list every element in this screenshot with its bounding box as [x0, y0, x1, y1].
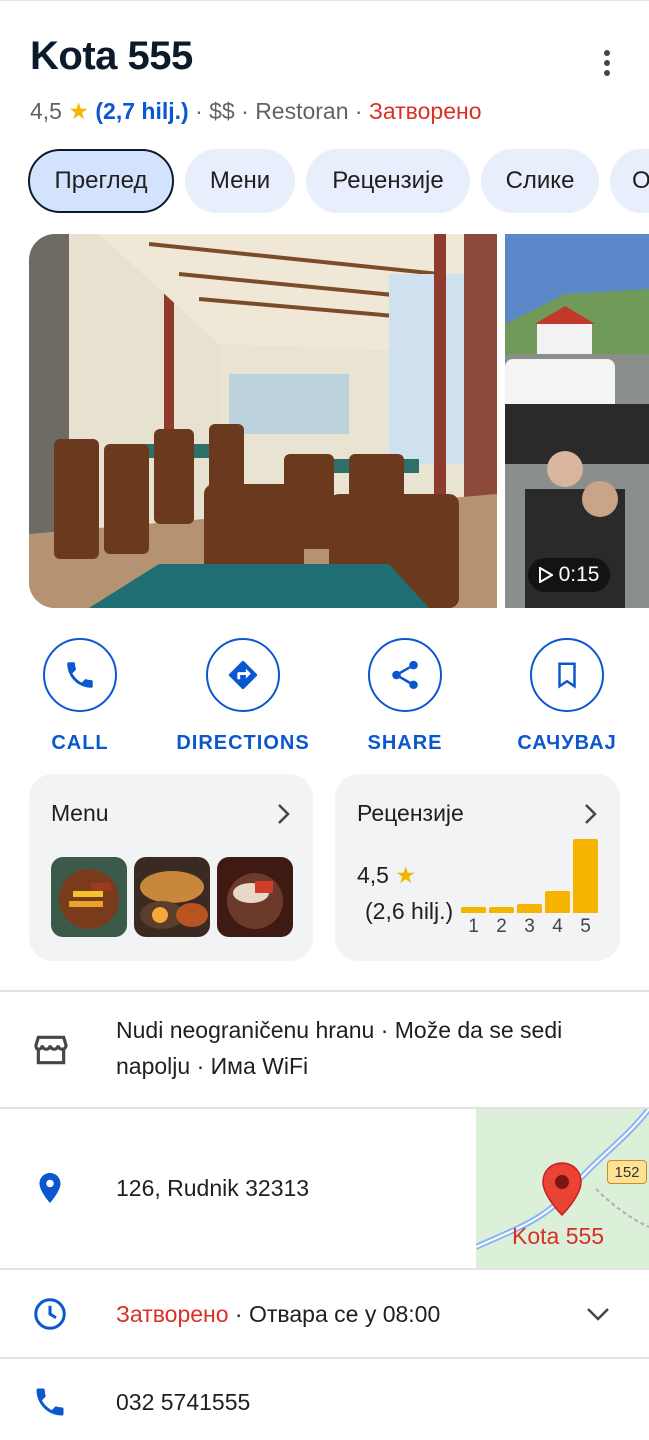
rating-bar-label: 5 [580, 916, 591, 937]
separator: · [234, 98, 256, 124]
tab-reviews[interactable]: Рецензије [306, 149, 470, 213]
menu-photo[interactable] [134, 857, 210, 937]
hours-next-open: · Отвара се у 08:00 [228, 1301, 441, 1327]
hours-status: Затворено [116, 1301, 229, 1327]
bookmark-icon [558, 662, 576, 689]
tab-photos[interactable]: Слике [481, 149, 599, 213]
top-divider [0, 0, 649, 1]
directions-action[interactable]: DIRECTIONS [164, 638, 322, 755]
amenities-line: napolju · Има WiFi [116, 1053, 309, 1079]
section-divider [0, 1357, 649, 1359]
phone-icon [36, 1388, 64, 1416]
phone-number[interactable]: 032 5741555 [116, 1384, 250, 1420]
rating-bar-label: 4 [552, 916, 563, 937]
address-text[interactable]: 126, Rudnik 32313 [116, 1170, 309, 1206]
map-place-label: Kota 555 [512, 1223, 605, 1249]
restaurant-interior-photo[interactable] [29, 234, 497, 608]
save-label: САЧУВАЈ [517, 732, 617, 754]
separator: · [188, 98, 210, 124]
section-divider [0, 990, 649, 992]
menu-card-title: Menu [51, 800, 109, 826]
video-duration-badge: 0:15 [528, 558, 610, 592]
video-duration: 0:15 [558, 563, 600, 586]
directions-button[interactable] [206, 638, 280, 712]
storefront-icon [34, 1035, 68, 1065]
rating-value: 4,5 [30, 98, 62, 124]
menu-photo[interactable] [217, 857, 293, 937]
play-icon [538, 567, 553, 583]
save-action[interactable]: САЧУВАЈ [507, 638, 627, 755]
share-action[interactable]: SHARE [345, 638, 465, 755]
rating-bar-4 [545, 891, 570, 913]
tab-menu[interactable]: Мени [185, 149, 295, 213]
call-label: CALL [51, 732, 109, 754]
chevron-right-icon [585, 804, 597, 824]
reviews-count: (2,6 hilj.) [365, 898, 454, 924]
clock-icon [34, 1298, 66, 1330]
call-action[interactable]: CALL [20, 638, 140, 755]
more-options-icon[interactable] [590, 46, 624, 80]
price-level: $$ [209, 98, 235, 124]
section-divider [0, 1268, 649, 1270]
rating-bar-3 [517, 904, 542, 913]
share-label: SHARE [367, 732, 443, 754]
save-button[interactable] [530, 638, 604, 712]
reviews-rating: 4,5 ★ [357, 862, 416, 889]
hours-text[interactable]: Затворено · Отвара се у 08:00 [116, 1296, 440, 1332]
location-pin-icon [39, 1173, 61, 1203]
share-button[interactable] [368, 638, 442, 712]
video-thumbnail[interactable] [505, 234, 649, 608]
rating-bar-5 [573, 839, 598, 913]
directions-label: DIRECTIONS [176, 732, 310, 754]
phone-icon [67, 662, 93, 688]
amenities-text: Nudi neograničenu hranu · Može da se sed… [116, 1012, 562, 1084]
share-icon [392, 660, 418, 690]
place-title: Kota 555 [30, 34, 193, 78]
category: Restoran [255, 98, 349, 124]
rating-bar-1 [461, 907, 486, 913]
reviews-rating-value: 4,5 [357, 862, 389, 888]
star-icon: ★ [395, 862, 416, 888]
rating-bar-2 [489, 907, 514, 913]
rating-bar-label: 3 [524, 916, 535, 937]
place-summary: 4,5 ★ (2,7 hilj.) · $$ · Restoran · Затв… [30, 98, 482, 125]
reviews-card-title: Рецензије [357, 800, 464, 826]
star-icon: ★ [68, 98, 89, 124]
open-status: Затворено [368, 98, 482, 124]
tab-overview[interactable]: Преглед [28, 149, 174, 213]
directions-icon [228, 660, 258, 690]
tab-about[interactable]: О [610, 149, 649, 213]
separator: · [348, 98, 369, 124]
call-button[interactable] [43, 638, 117, 712]
amenities-line: Nudi neograničenu hranu · Može da se sed… [116, 1017, 563, 1043]
chevron-down-icon[interactable] [585, 1305, 611, 1323]
rating-bar-label: 2 [496, 916, 507, 937]
menu-photo[interactable] [51, 857, 127, 937]
map-marker-icon [542, 1162, 582, 1217]
tab-bar: Преглед Мени Рецензије Слике О [28, 149, 649, 215]
reviews-count-link[interactable]: (2,7 hilj.) [95, 98, 188, 124]
rating-bar-label: 1 [468, 916, 479, 937]
chevron-right-icon [278, 804, 290, 824]
road-number-badge: 152 [607, 1160, 647, 1184]
